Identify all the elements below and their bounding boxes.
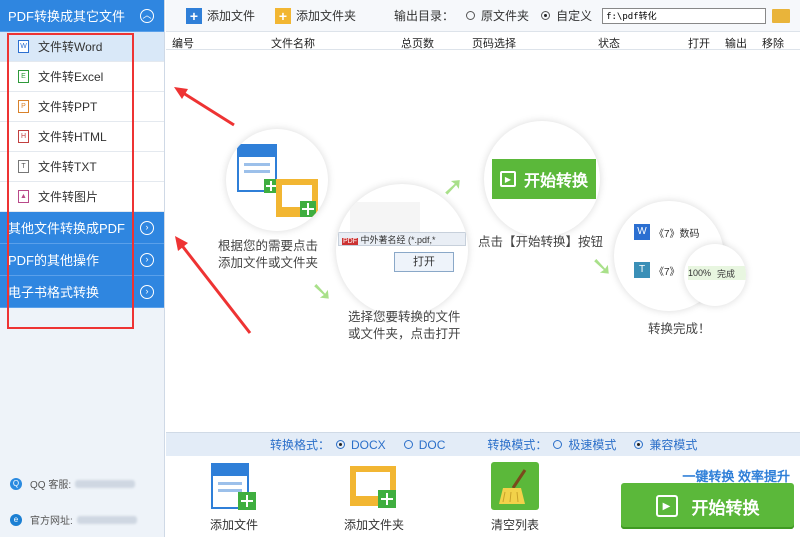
col-header-status: 状态 bbox=[598, 38, 620, 50]
clear-list-button[interactable]: 清空列表 bbox=[470, 462, 560, 533]
sidebar-item-label: 文件转Excel bbox=[38, 70, 104, 84]
radio-label: 自定义 bbox=[556, 9, 593, 23]
col-header-filename: 文件名称 bbox=[271, 38, 315, 50]
clear-list-label: 清空列表 bbox=[490, 518, 539, 532]
output-path-input[interactable] bbox=[602, 7, 767, 24]
radio-label: 原文件夹 bbox=[481, 9, 530, 23]
play-icon: ▶ bbox=[655, 495, 678, 517]
website-label: 官方网址: bbox=[30, 516, 73, 527]
add-folder-label: 添加文件夹 bbox=[296, 9, 357, 23]
category-label: PDF的其他操作 bbox=[8, 253, 100, 268]
bottom-actions: 添加文件 添加文件夹 清空列表 一键转换 效率提升 ▶ 开始转换 bbox=[166, 456, 800, 537]
col-header-remove: 移除 bbox=[762, 38, 784, 50]
red-arrow-icon bbox=[178, 242, 252, 334]
category-pdf-to-other[interactable]: PDF转换成其它文件 ︿ bbox=[0, 0, 164, 32]
col-header-output: 输出 bbox=[725, 38, 747, 50]
bottom-add-file-button[interactable]: 添加文件 bbox=[189, 462, 279, 533]
bottom-add-file-label: 添加文件 bbox=[209, 518, 258, 532]
chevron-right-icon: › bbox=[140, 252, 154, 267]
radio-source-folder[interactable]: 原文件夹 bbox=[466, 7, 529, 24]
sidebar-item-label: 文件转图片 bbox=[38, 190, 99, 204]
add-folder-button[interactable]: + 添加文件夹 bbox=[275, 7, 356, 24]
image-file-icon: ▲ bbox=[18, 190, 29, 203]
radio-label: DOC bbox=[418, 437, 446, 452]
website-contact: e 官方网址: bbox=[10, 512, 137, 527]
sidebar-item-to-ppt[interactable]: P 文件转PPT bbox=[0, 92, 164, 122]
plus-icon: + bbox=[186, 7, 202, 24]
output-dir-label: 输出目录： bbox=[394, 9, 455, 23]
radio-circle-icon bbox=[466, 11, 476, 20]
sidebar-item-label: 文件转TXT bbox=[38, 160, 97, 174]
sidebar: PDF转换成其它文件 ︿ W 文件转Word E 文件转Excel P 文件转P… bbox=[0, 0, 165, 537]
category-label: 电子书格式转换 bbox=[8, 285, 100, 300]
blurred-text bbox=[75, 479, 136, 488]
sidebar-item-to-txt[interactable]: T 文件转TXT bbox=[0, 152, 164, 182]
sidebar-item-label: 文件转Word bbox=[38, 40, 103, 54]
radio-format-doc[interactable]: DOC bbox=[403, 437, 446, 452]
options-bar: 转换格式： DOCX DOC 转换模式： 极速模式 兼容模式 bbox=[166, 432, 800, 456]
add-folder-large-icon bbox=[350, 462, 398, 510]
word-file-icon: W bbox=[18, 40, 29, 53]
folder-plus-icon: + bbox=[275, 7, 292, 24]
format-label: 转换格式： bbox=[270, 438, 331, 452]
radio-selected-icon bbox=[541, 11, 551, 20]
radio-label: DOCX bbox=[351, 437, 386, 452]
col-header-open: 打开 bbox=[688, 38, 710, 50]
radio-label: 兼容模式 bbox=[649, 438, 698, 452]
radio-selected-icon bbox=[336, 440, 346, 449]
sidebar-item-label: 文件转PPT bbox=[38, 100, 98, 114]
subcategory-list: W 文件转Word E 文件转Excel P 文件转PPT H 文件转HTML … bbox=[0, 32, 164, 212]
sidebar-item-to-excel[interactable]: E 文件转Excel bbox=[0, 62, 164, 92]
toolbar: + 添加文件 + 添加文件夹 输出目录： 原文件夹 自定义 bbox=[166, 0, 800, 32]
category-other-to-pdf[interactable]: 其他文件转换成PDF › bbox=[0, 212, 164, 244]
chevron-right-icon: › bbox=[140, 284, 154, 299]
qq-icon: Q bbox=[10, 477, 22, 490]
broom-icon bbox=[491, 462, 539, 510]
radio-custom-folder[interactable]: 自定义 bbox=[541, 7, 592, 24]
add-file-button[interactable]: + 添加文件 bbox=[186, 7, 255, 24]
bottom-add-folder-button[interactable]: 添加文件夹 bbox=[329, 462, 419, 533]
ppt-file-icon: P bbox=[18, 100, 29, 113]
add-file-label: 添加文件 bbox=[207, 9, 256, 23]
category-ebook-convert[interactable]: 电子书格式转换 › bbox=[0, 276, 164, 308]
sidebar-item-label: 文件转HTML bbox=[38, 130, 107, 144]
radio-label: 极速模式 bbox=[568, 438, 617, 452]
blurred-text bbox=[76, 515, 137, 524]
col-header-pages: 总页数 bbox=[401, 38, 434, 50]
qq-contact: Q QQ 客服: bbox=[10, 476, 136, 491]
add-file-large-icon bbox=[210, 462, 258, 510]
bottom-add-folder-label: 添加文件夹 bbox=[343, 518, 404, 532]
radio-circle-icon bbox=[403, 440, 413, 449]
guide-area: 根据您的需要点击 添加文件或文件夹 PDF 中外著名经 (*.pdf,* 打开 … bbox=[166, 51, 800, 423]
excel-file-icon: E bbox=[18, 70, 29, 83]
sidebar-item-to-image[interactable]: ▲ 文件转图片 bbox=[0, 182, 164, 212]
red-arrow-icon bbox=[179, 89, 235, 127]
start-convert-label: 开始转换 bbox=[691, 498, 760, 518]
txt-file-icon: T bbox=[18, 160, 29, 173]
annotation-arrows bbox=[174, 87, 252, 334]
html-file-icon: H bbox=[18, 130, 29, 143]
sidebar-item-to-word[interactable]: W 文件转Word bbox=[0, 32, 164, 62]
col-header-number: 编号 bbox=[172, 38, 194, 50]
radio-circle-icon bbox=[553, 440, 563, 449]
file-table-header: 编号 文件名称 总页数 页码选择 状态 打开 输出 移除 bbox=[166, 33, 800, 50]
radio-format-docx[interactable]: DOCX bbox=[336, 438, 386, 452]
chevron-right-icon: › bbox=[140, 220, 154, 235]
category-label: 其他文件转换成PDF bbox=[8, 221, 126, 236]
category-label: PDF转换成其它文件 bbox=[8, 9, 126, 24]
mode-label: 转换模式： bbox=[487, 438, 548, 452]
category-pdf-other-ops[interactable]: PDF的其他操作 › bbox=[0, 244, 164, 276]
browse-folder-icon[interactable] bbox=[772, 8, 791, 23]
radio-mode-fast[interactable]: 极速模式 bbox=[553, 436, 616, 453]
col-header-page-select: 页码选择 bbox=[472, 38, 516, 50]
sidebar-item-to-html[interactable]: H 文件转HTML bbox=[0, 122, 164, 152]
radio-mode-compat[interactable]: 兼容模式 bbox=[634, 436, 697, 453]
start-convert-button[interactable]: ▶ 开始转换 bbox=[621, 483, 794, 529]
browser-icon: e bbox=[10, 513, 22, 526]
chevron-up-icon: ︿ bbox=[140, 8, 154, 23]
radio-selected-icon bbox=[634, 440, 644, 449]
qq-label: QQ 客服: bbox=[30, 480, 72, 491]
